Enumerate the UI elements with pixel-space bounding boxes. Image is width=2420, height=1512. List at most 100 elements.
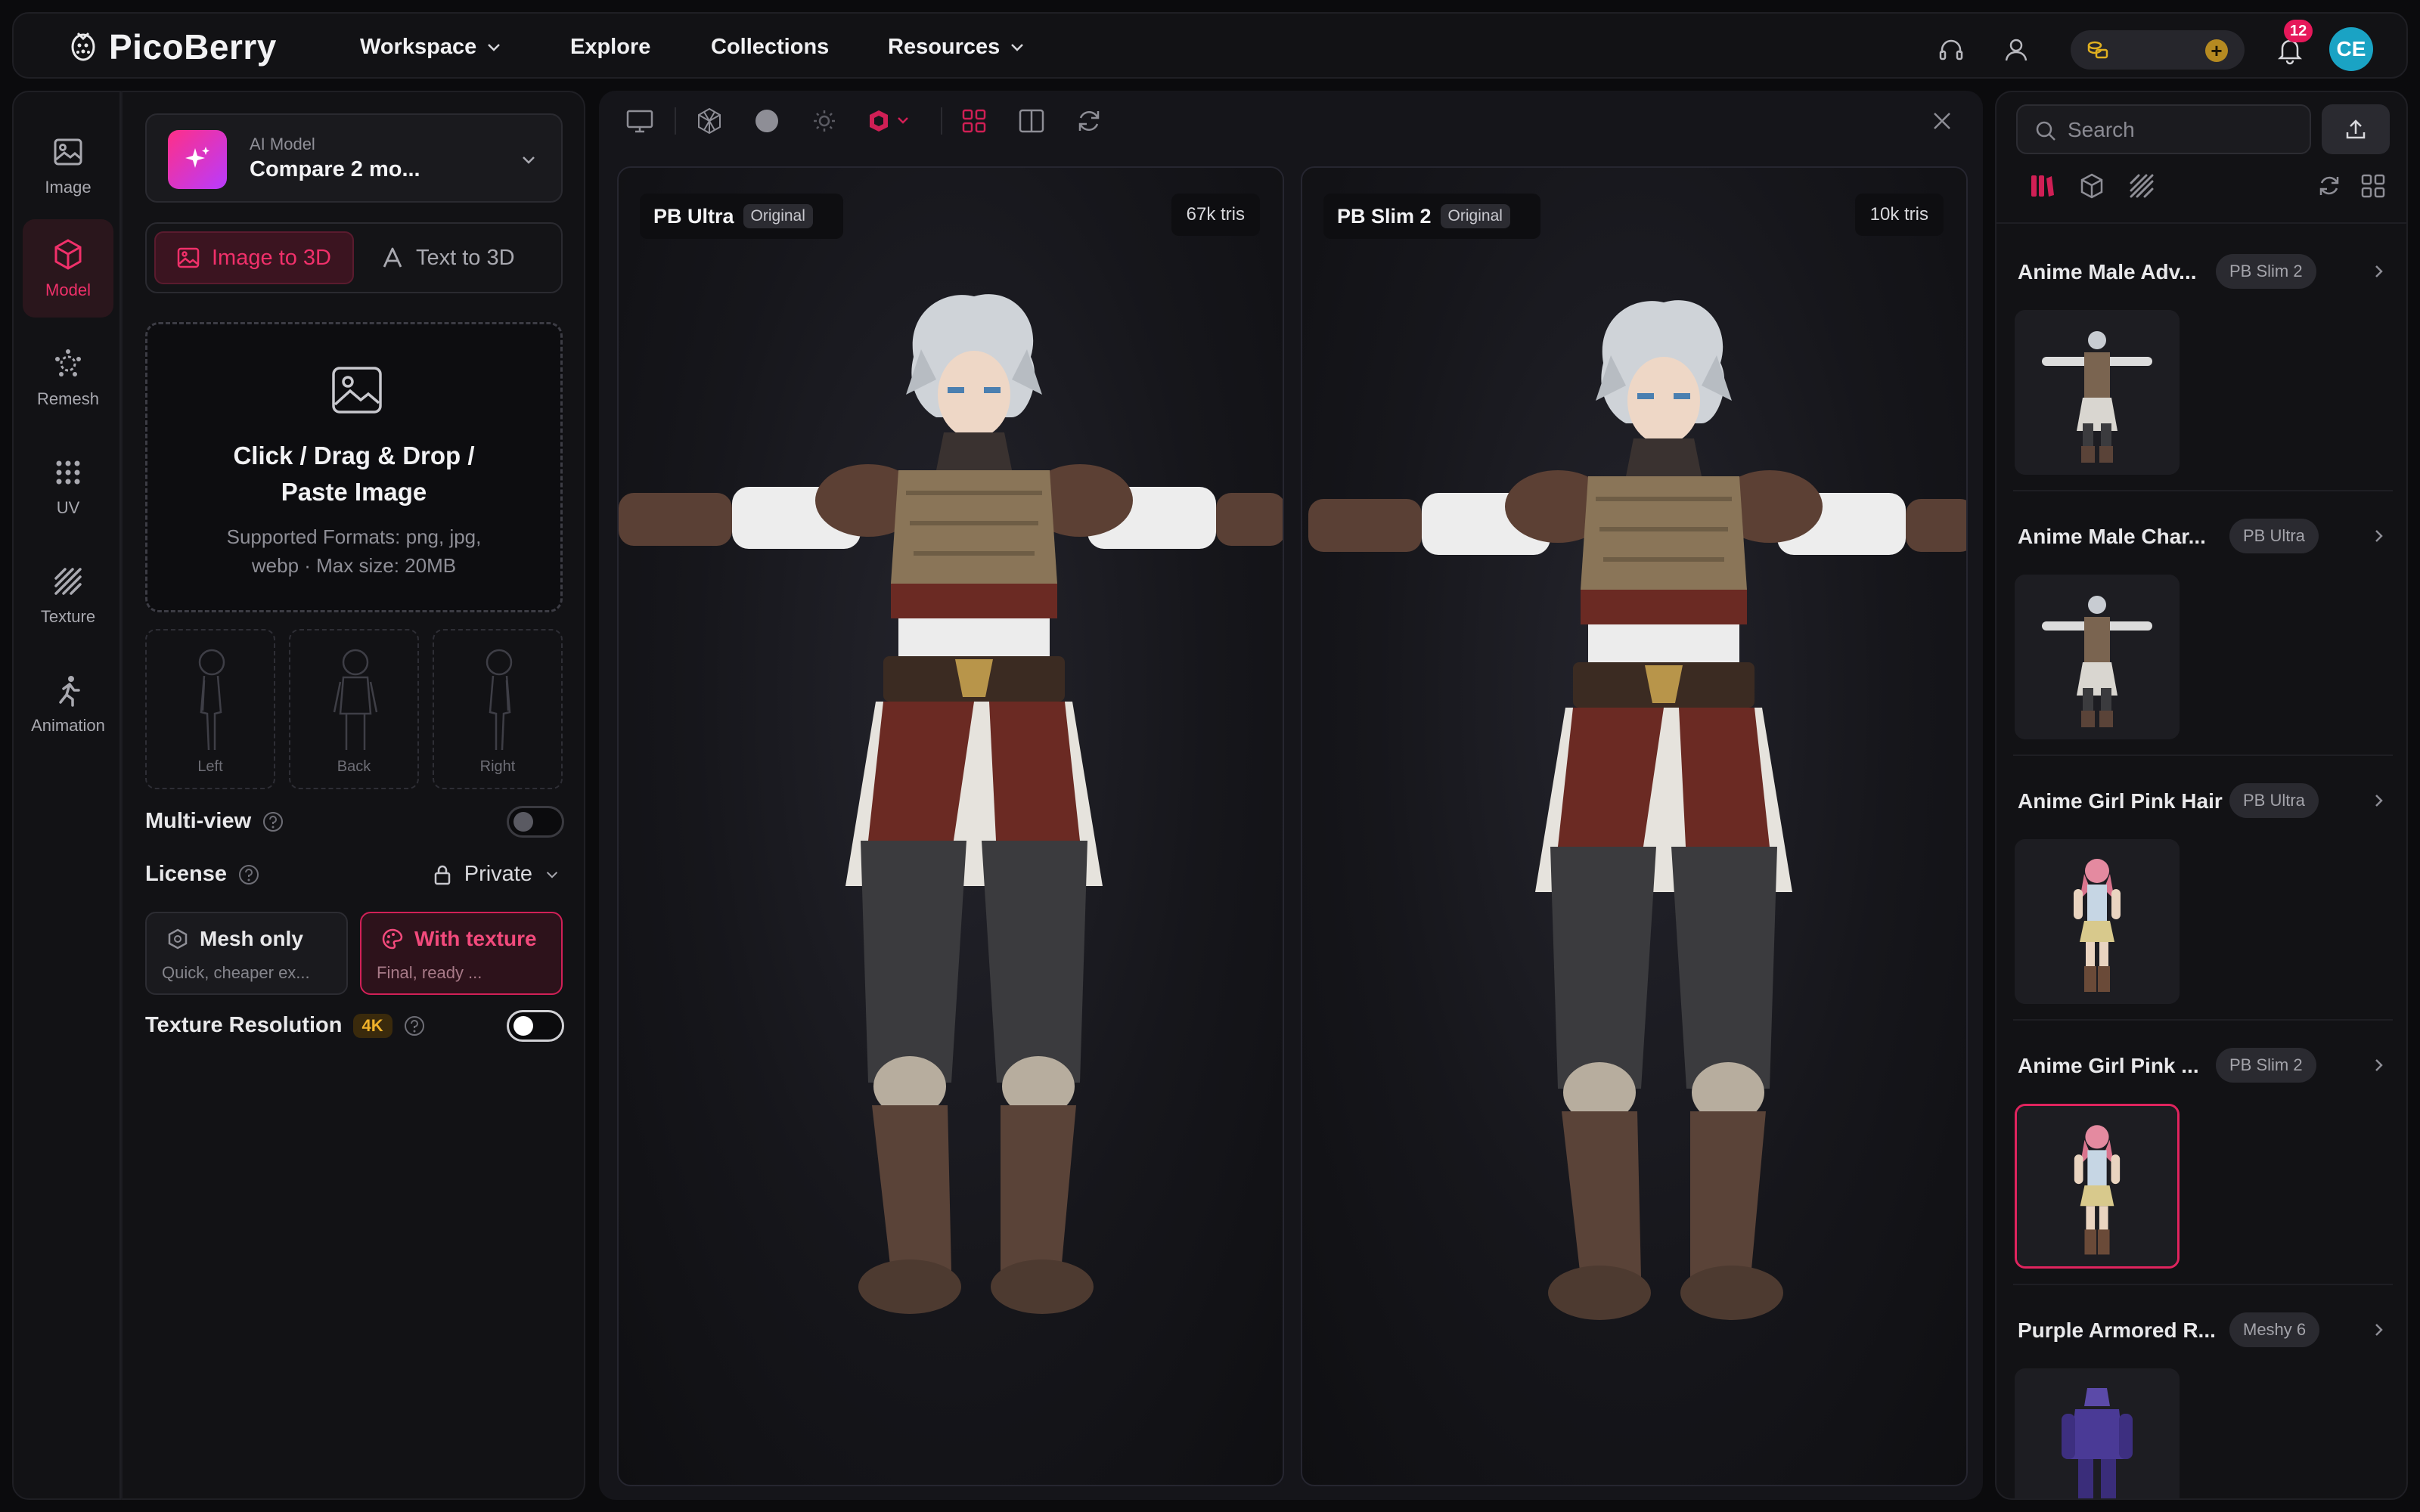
history-divider — [1996, 222, 2406, 224]
option-with-texture[interactable]: With texture Final, ready ... — [360, 912, 563, 995]
chevron-right-icon[interactable] — [2369, 526, 2388, 546]
history-item[interactable]: Anime Girl Pink ... PB Slim 2 — [1996, 1019, 2406, 1284]
history-item-thumbnail[interactable] — [2015, 1104, 2180, 1269]
compare-pane-ultra[interactable]: PB Ultra Original 67k tris — [617, 166, 1284, 1486]
option-mesh-title: Mesh only — [166, 927, 303, 951]
chevron-right-icon[interactable] — [2369, 1055, 2388, 1075]
chevron-right-icon[interactable] — [2369, 262, 2388, 281]
history-item[interactable]: Anime Girl Pink Hair PB Ultra — [1996, 754, 2406, 1019]
refresh-icon[interactable] — [2314, 171, 2344, 201]
rail-item-animation[interactable]: Animation — [23, 655, 113, 753]
figure-side-icon — [486, 649, 513, 751]
berry-logo-icon — [71, 32, 95, 61]
refresh-icon[interactable] — [1072, 104, 1106, 138]
history-item-title: Anime Male Char... — [2018, 525, 2206, 548]
nav-explore[interactable]: Explore — [570, 32, 650, 62]
character-model-render[interactable] — [1302, 266, 1968, 1400]
history-item-thumbnail[interactable] — [2015, 310, 2180, 475]
nav-workspace-label: Workspace — [360, 34, 477, 59]
texture-resolution-toggle[interactable] — [507, 1010, 564, 1042]
running-figure-icon — [59, 676, 80, 707]
dropzone-hint: Supported Formats: png, jpg, webp · Max … — [147, 522, 560, 580]
history-item-model-badge: PB Ultra — [2229, 519, 2319, 553]
multiview-toggle[interactable] — [507, 806, 564, 838]
help-circle-icon[interactable] — [237, 863, 260, 886]
ai-model-caption: AI Model — [250, 135, 315, 153]
rail-item-model[interactable]: Model — [23, 219, 113, 318]
chevron-right-icon[interactable] — [2369, 791, 2388, 810]
history-item[interactable]: Anime Male Char... PB Ultra — [1996, 490, 2406, 754]
wireframe-sphere-icon[interactable] — [693, 104, 726, 138]
cube-icon — [54, 239, 82, 270]
light-icon[interactable] — [808, 104, 841, 138]
compare-pane-slim[interactable]: PB Slim 2 Original 10k tris — [1301, 166, 1968, 1486]
character-thumbnail — [2015, 839, 2180, 1004]
mesh-hex-icon — [168, 928, 188, 950]
history-item-title: Anime Girl Pink Hair — [2018, 789, 2223, 813]
history-item-thumbnail[interactable] — [2015, 839, 2180, 1004]
coin-stack-icon — [2087, 41, 2108, 59]
rail-item-image[interactable]: Image — [23, 116, 113, 215]
option-texture-sub: Final, ready ... — [377, 963, 482, 982]
close-icon[interactable] — [1928, 107, 1956, 135]
tab-image-to-3d[interactable]: Image to 3D — [154, 231, 354, 284]
history-item-model-badge: PB Slim 2 — [2216, 1048, 2316, 1083]
material-icon[interactable] — [865, 104, 920, 138]
user-icon[interactable] — [2001, 35, 2031, 65]
pane-title: PB Ultra Original — [640, 194, 843, 239]
view-slot-back[interactable]: Back — [289, 629, 419, 789]
generation-panel: AI Model Compare 2 mo... Image to 3D Tex… — [121, 91, 585, 1500]
toggle-knob — [513, 1016, 533, 1036]
history-item[interactable]: Anime Male Adv... PB Slim 2 — [1996, 225, 2406, 490]
nav-resources[interactable]: Resources — [888, 32, 1025, 62]
rail-label: Animation — [31, 716, 105, 735]
help-circle-icon[interactable] — [262, 810, 284, 833]
character-model-render[interactable] — [619, 266, 1284, 1400]
solid-sphere-icon[interactable] — [750, 104, 783, 138]
ai-model-select[interactable]: AI Model Compare 2 mo... — [145, 113, 563, 203]
chevron-right-icon[interactable] — [2369, 1320, 2388, 1340]
texture-resolution-label: Texture Resolution — [145, 1013, 343, 1037]
avatar[interactable]: CE — [2329, 27, 2373, 71]
chevron-down-icon — [488, 44, 501, 51]
ai-model-value: Compare 2 mo... — [250, 157, 420, 181]
history-item-thumbnail[interactable] — [2015, 575, 2180, 739]
rail-item-texture[interactable]: Texture — [23, 546, 113, 644]
figure-side-icon — [198, 649, 225, 751]
tool-rail: Image Model Remesh UV Texture Animation — [12, 91, 121, 1500]
view-slot-right[interactable]: Right — [433, 629, 563, 789]
character-thumbnail — [2015, 310, 2180, 475]
filter-cube-icon[interactable] — [2077, 171, 2107, 201]
search-icon — [2036, 121, 2055, 141]
plus-icon[interactable]: + — [2205, 39, 2228, 62]
upload-button[interactable] — [2322, 104, 2390, 154]
image-dropzone[interactable]: Click / Drag & Drop / Paste Image Suppor… — [145, 322, 563, 612]
credits-pill[interactable]: + — [2071, 30, 2245, 70]
search-input[interactable] — [2068, 113, 2294, 147]
tab-text-to-3d[interactable]: Text to 3D — [374, 231, 555, 284]
history-item-thumbnail[interactable] — [2015, 1368, 2180, 1498]
view-label-left: Left — [197, 758, 223, 775]
view-slot-left[interactable]: Left — [145, 629, 275, 789]
top-bar: PicoBerry Workspace Explore Collections … — [12, 12, 2408, 79]
headset-icon[interactable] — [1936, 35, 1966, 65]
help-circle-icon[interactable] — [403, 1015, 426, 1037]
filter-texture-icon[interactable] — [2027, 171, 2057, 201]
nav-collections[interactable]: Collections — [711, 32, 829, 62]
filter-stripes-icon[interactable] — [2127, 171, 2157, 201]
rail-item-uv[interactable]: UV — [23, 437, 113, 535]
nav-workspace[interactable]: Workspace — [360, 32, 502, 62]
license-select[interactable]: Private — [431, 862, 561, 887]
resolution-4k-badge: 4K — [352, 1013, 392, 1038]
split-view-icon[interactable] — [1015, 104, 1048, 138]
grid-view-icon[interactable] — [2358, 171, 2388, 201]
grid-view-icon[interactable] — [957, 104, 991, 138]
history-item[interactable]: Purple Armored R... Meshy 6 — [1996, 1284, 2406, 1498]
logo[interactable]: PicoBerry — [67, 26, 277, 68]
option-mesh-only[interactable]: Mesh only Quick, cheaper ex... — [145, 912, 348, 995]
rail-item-remesh[interactable]: Remesh — [23, 328, 113, 426]
monitor-icon[interactable] — [623, 104, 656, 138]
tab-text-to-3d-label: Text to 3D — [416, 245, 515, 270]
nav-collections-label: Collections — [711, 34, 830, 59]
pane-tris-count: 10k tris — [1854, 194, 1944, 236]
